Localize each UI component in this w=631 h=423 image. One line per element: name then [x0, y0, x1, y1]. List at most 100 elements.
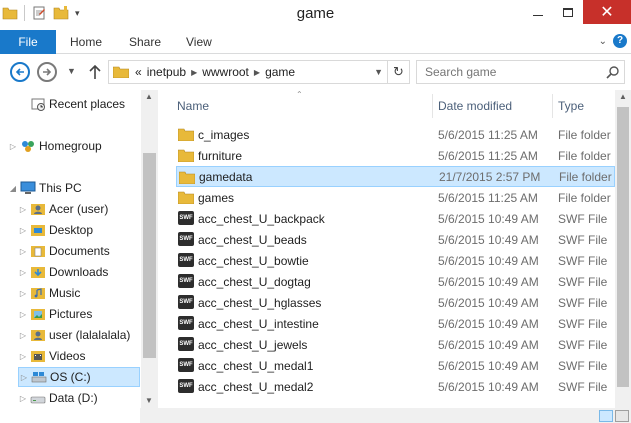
scroll-down-icon[interactable]: ▼ [145, 396, 153, 405]
sidebar-item-documents[interactable]: ▷ Documents [18, 241, 141, 261]
details-view-button[interactable] [599, 410, 613, 422]
sidebar-item-label: Homegroup [39, 139, 102, 153]
file-name: acc_chest_U_medal2 [198, 379, 314, 394]
maximize-button[interactable] [553, 0, 583, 24]
navigation-pane-scrollbar[interactable]: ▲ ▼ [141, 90, 158, 408]
refresh-button[interactable]: ↻ [387, 61, 409, 83]
tab-home[interactable]: Home [70, 30, 102, 54]
tab-share[interactable]: Share [129, 30, 161, 54]
horizontal-scrollbar[interactable] [140, 408, 631, 423]
search-input[interactable] [417, 61, 597, 83]
expand-icon[interactable]: ▷ [19, 373, 29, 382]
file-row[interactable]: games 5/6/2015 11:25 AM File folder [176, 187, 615, 208]
expand-icon[interactable]: ▷ [18, 331, 28, 340]
large-icons-view-button[interactable] [615, 410, 629, 422]
expand-icon[interactable]: ▷ [18, 352, 28, 361]
breadcrumb-inetpub[interactable]: inetpub [147, 65, 186, 79]
scrollbar-thumb[interactable] [143, 153, 156, 358]
sidebar-item-acer-user[interactable]: ▷ Acer (user) [18, 199, 141, 219]
file-row[interactable]: furniture 5/6/2015 11:25 AM File folder [176, 145, 615, 166]
sidebar-item-music[interactable]: ▷ Music [18, 283, 141, 303]
close-button[interactable]: ✕ [583, 0, 631, 24]
homegroup-icon [22, 141, 34, 152]
back-button[interactable] [10, 62, 30, 82]
file-row[interactable]: SWF acc_chest_U_bowtie 5/6/2015 10:49 AM SW… [176, 250, 615, 271]
file-row[interactable]: c_images 5/6/2015 11:25 AM File folder [176, 124, 615, 145]
chevron-right-icon[interactable]: ▶ [254, 68, 260, 77]
file-row[interactable]: SWF acc_chest_U_intestine 5/6/2015 10:49 A… [176, 313, 615, 334]
expand-ribbon-icon[interactable]: ⌄ [599, 36, 607, 47]
column-header-date-modified[interactable]: Date modified [438, 94, 512, 118]
sidebar-item-os-c[interactable]: ▷ OS (C:) [18, 367, 140, 387]
user-icon [31, 330, 45, 341]
file-date-modified: 5/6/2015 10:49 AM [438, 316, 539, 331]
breadcrumb-game[interactable]: game [265, 65, 295, 79]
column-divider[interactable] [432, 94, 433, 118]
file-row[interactable]: SWF acc_chest_U_jewels 5/6/2015 10:49 AM SW… [176, 334, 615, 355]
sidebar-item-label: Downloads [49, 265, 109, 279]
sidebar-item-videos[interactable]: ▷ Videos [18, 346, 141, 366]
expand-icon[interactable]: ▷ [18, 268, 28, 277]
sidebar-item-pictures[interactable]: ▷ Pictures [18, 304, 141, 324]
address-history-dropdown-icon[interactable]: ▼ [374, 67, 383, 77]
search-box[interactable] [416, 60, 625, 84]
file-row[interactable]: SWF acc_chest_U_hglasses 5/6/2015 10:49 AM… [176, 292, 615, 313]
chevron-right-icon[interactable]: ▶ [191, 68, 197, 77]
file-type: SWF File [558, 232, 608, 247]
expand-icon[interactable]: ▷ [18, 205, 28, 214]
videos-icon [31, 351, 45, 362]
sidebar-item-label: Documents [49, 244, 110, 258]
column-header-name[interactable]: Name [177, 94, 209, 118]
expand-icon[interactable]: ▷ [18, 310, 28, 319]
address-bar[interactable]: « inetpub ▶ wwwroot ▶ game ▼ ↻ [108, 60, 410, 84]
file-type: File folder [558, 127, 611, 142]
sidebar-item-user-lalalalala[interactable]: ▷ user (lalalalala) [18, 325, 141, 345]
file-row[interactable]: SWF acc_chest_U_medal2 5/6/2015 10:49 AM SW… [176, 376, 615, 397]
breadcrumb-wwwroot[interactable]: wwwroot [202, 65, 249, 79]
file-row[interactable]: gamedata 21/7/2015 2:57 PM File folder [176, 166, 615, 187]
sidebar-item-this-pc[interactable]: ◢ This PC [8, 178, 141, 198]
navigation-bar: ▼ « inetpub ▶ wwwroot ▶ game ▼ ↻ [0, 55, 631, 89]
tab-view[interactable]: View [186, 30, 212, 54]
column-header-type[interactable]: Type [558, 94, 584, 118]
drive-c-icon [31, 372, 47, 383]
scrollbar-thumb[interactable] [617, 107, 629, 387]
file-row[interactable]: SWF acc_chest_U_beads 5/6/2015 10:49 AM SWF… [176, 229, 615, 250]
recent-locations-dropdown-icon[interactable]: ▼ [67, 66, 76, 76]
expand-icon[interactable]: ▷ [18, 247, 28, 256]
file-type: File folder [558, 148, 611, 163]
collapse-icon[interactable]: ◢ [8, 184, 18, 193]
folder-icon [179, 171, 195, 184]
minimize-icon [533, 14, 543, 16]
expand-icon[interactable]: ▷ [18, 289, 28, 298]
file-name: acc_chest_U_dogtag [198, 274, 311, 289]
forward-button[interactable] [37, 62, 57, 82]
file-list-scrollbar[interactable]: ▲ [615, 90, 631, 408]
minimize-button[interactable] [523, 0, 553, 24]
file-name: acc_chest_U_intestine [198, 316, 319, 331]
sidebar-item-data-d[interactable]: ▷ Data (D:) [18, 388, 141, 408]
file-row[interactable]: SWF acc_chest_U_dogtag 5/6/2015 10:49 AM SW… [176, 271, 615, 292]
scroll-up-icon[interactable]: ▲ [619, 92, 627, 101]
expand-icon[interactable]: ▷ [8, 142, 18, 151]
arrow-left-icon [15, 68, 24, 76]
file-date-modified: 21/7/2015 2:57 PM [439, 169, 541, 184]
file-row[interactable]: SWF acc_chest_U_backpack 5/6/2015 10:49 AM… [176, 208, 615, 229]
expand-icon[interactable]: ▷ [18, 226, 28, 235]
scroll-up-icon[interactable]: ▲ [145, 92, 153, 101]
sidebar-item-recent-places[interactable]: Recent places [18, 94, 141, 114]
folder-icon [178, 149, 194, 162]
sidebar-item-homegroup[interactable]: ▷ Homegroup [8, 136, 141, 156]
file-type: SWF File [558, 295, 608, 310]
expand-icon[interactable]: ▷ [18, 394, 28, 403]
up-arrow-icon[interactable] [87, 63, 103, 81]
help-icon[interactable]: ? [613, 34, 627, 48]
sidebar-item-downloads[interactable]: ▷ Downloads [18, 262, 141, 282]
tab-file[interactable]: File [0, 30, 56, 54]
search-icon[interactable] [606, 65, 620, 79]
arrow-right-icon [43, 68, 52, 76]
address-overflow-icon[interactable]: « [135, 65, 142, 79]
column-divider[interactable] [552, 94, 553, 118]
sidebar-item-desktop[interactable]: ▷ Desktop [18, 220, 141, 240]
file-row[interactable]: SWF acc_chest_U_medal1 5/6/2015 10:49 AM SW… [176, 355, 615, 376]
